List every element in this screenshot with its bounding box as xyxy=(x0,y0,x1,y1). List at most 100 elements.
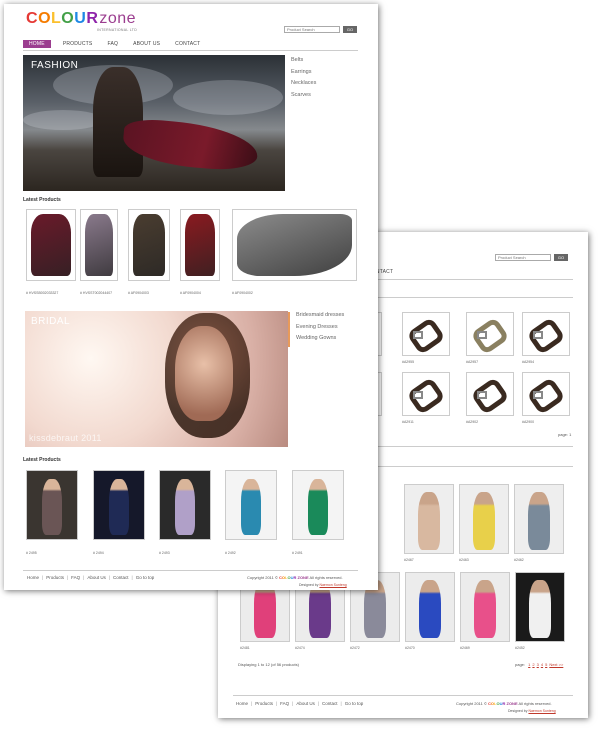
product-code: #A2955 xyxy=(402,360,415,364)
home-page-front: COLOURzone INTERNATIONAL LTD GO HOME PROD… xyxy=(4,4,378,590)
scarf-image xyxy=(31,214,71,276)
product-code: # AF0904002 xyxy=(232,291,253,295)
product-thumbnail[interactable] xyxy=(26,470,78,540)
footer-link-contact[interactable]: Contact xyxy=(322,701,338,706)
category-evening-dresses[interactable]: Evening Dresses xyxy=(296,324,344,330)
designer-link[interactable]: Naemon Sunteng xyxy=(528,709,555,713)
footer-link-faq[interactable]: FAQ xyxy=(71,575,80,580)
belt-thumbnail[interactable] xyxy=(522,312,570,356)
footer-link-go-to-top[interactable]: Go to top xyxy=(136,575,155,580)
belt-thumbnail[interactable] xyxy=(402,312,450,356)
category-earrings[interactable]: Earrings xyxy=(291,69,316,75)
product-code: #2474 xyxy=(295,646,305,650)
belt-pager: page: 1 xyxy=(558,432,572,437)
page-link[interactable]: 3 xyxy=(537,662,539,667)
product-thumbnail[interactable] xyxy=(128,209,170,281)
product-thumbnail[interactable] xyxy=(180,209,220,281)
product-code: #A2954 xyxy=(522,360,535,364)
fashion-categories: Belts Earrings Necklaces Scarves xyxy=(291,57,316,103)
footer-link-about-us[interactable]: About Us xyxy=(87,575,106,580)
category-wedding-gowns[interactable]: Wedding Gowns xyxy=(296,335,344,341)
footer-link-contact[interactable]: Contact xyxy=(113,575,129,580)
product-thumbnail[interactable] xyxy=(26,209,76,281)
buckle-icon xyxy=(477,331,487,339)
nav-item-faq[interactable]: FAQ xyxy=(107,41,118,47)
footer-link-about-us[interactable]: About Us xyxy=(296,701,315,706)
scarf-image xyxy=(237,214,352,276)
product-code: #2469 xyxy=(460,646,470,650)
buckle-icon xyxy=(413,391,423,399)
belt-thumbnail[interactable] xyxy=(466,372,514,416)
belt-thumbnail[interactable] xyxy=(466,312,514,356)
dress-pager: page: 1 2 3 4 5 Next >> xyxy=(515,662,563,667)
dress-image xyxy=(42,479,62,535)
product-code: #2452 xyxy=(515,646,525,650)
logo-letter: U xyxy=(74,10,87,27)
logo-letter: R xyxy=(86,10,99,27)
product-thumbnail[interactable] xyxy=(292,470,344,540)
category-scarves[interactable]: Scarves xyxy=(291,92,316,98)
nav-item-products[interactable]: PRODUCTS xyxy=(63,41,93,47)
scarf-image xyxy=(85,214,113,276)
product-code: # HVSSB002033327 xyxy=(26,291,59,295)
page-link[interactable]: Next >> xyxy=(549,662,563,667)
footer-link-home[interactable]: Home xyxy=(27,575,39,580)
footer-divider xyxy=(233,695,573,696)
product-thumbnail[interactable] xyxy=(514,484,564,554)
search-bar: GO xyxy=(495,254,568,261)
dress-image xyxy=(418,491,440,550)
product-thumbnail[interactable] xyxy=(225,470,277,540)
copyright: Copyright 2011 © COLOUR ZONE All rights … xyxy=(456,701,552,706)
category-belts[interactable]: Belts xyxy=(291,57,316,63)
footer-link-go-to-top[interactable]: Go to top xyxy=(345,701,364,706)
search-input[interactable] xyxy=(284,26,340,33)
footer-link-faq[interactable]: FAQ xyxy=(280,701,289,706)
category-necklaces[interactable]: Necklaces xyxy=(291,80,316,86)
brand-logo[interactable]: COLOURzone xyxy=(26,10,136,28)
dress-image xyxy=(175,479,195,535)
logo-letter: C xyxy=(26,10,39,27)
product-thumbnail[interactable] xyxy=(515,572,565,642)
logo-letter: L xyxy=(51,10,62,27)
search-go-button[interactable]: GO xyxy=(554,254,568,261)
scarf-image xyxy=(185,214,215,276)
designer-link[interactable]: Naemon Sunteng xyxy=(319,583,346,587)
nav-divider xyxy=(23,50,358,51)
designed-by: Designed by Naemon Sunteng xyxy=(508,709,556,713)
footer-links: Home | Products | FAQ | About Us | Contact | Go to… xyxy=(27,575,155,580)
product-thumbnail[interactable] xyxy=(232,209,357,281)
product-code: # 2492 xyxy=(225,551,236,555)
belt-thumbnail[interactable] xyxy=(522,372,570,416)
footer-links: Home | Products | FAQ | About Us | Contact | Go to… xyxy=(236,701,364,706)
belt-thumbnail[interactable] xyxy=(402,372,450,416)
nav-item-about-us[interactable]: ABOUT US xyxy=(133,41,160,47)
product-code: # AF0904003 xyxy=(128,291,149,295)
product-code: # 2493 xyxy=(159,551,170,555)
product-thumbnail[interactable] xyxy=(404,484,454,554)
footer-link-products[interactable]: Products xyxy=(255,701,273,706)
search-input[interactable] xyxy=(495,254,551,261)
page-link[interactable]: 5 xyxy=(545,662,547,667)
category-bridesmaid-dresses[interactable]: Bridesmaid dresses xyxy=(296,312,344,318)
product-thumbnail[interactable] xyxy=(80,209,118,281)
nav-item-contact[interactable]: CONTACT xyxy=(175,41,200,47)
search-go-button[interactable]: GO xyxy=(343,26,357,33)
brand-subtitle: INTERNATIONAL LTD xyxy=(97,28,138,32)
nav-item-home[interactable]: HOME xyxy=(23,40,51,48)
footer-link-home[interactable]: Home xyxy=(236,701,248,706)
page-link[interactable]: 2 xyxy=(532,662,534,667)
page-link[interactable]: 4 xyxy=(541,662,543,667)
footer-link-products[interactable]: Products xyxy=(46,575,64,580)
page-link[interactable]: 1 xyxy=(528,662,530,667)
fashion-hero-banner[interactable]: FASHION xyxy=(23,55,285,191)
product-code: # 2491 xyxy=(292,551,303,555)
designed-by: Designed by Naemon Sunteng xyxy=(299,583,347,587)
product-thumbnail[interactable] xyxy=(405,572,455,642)
product-thumbnail[interactable] xyxy=(460,572,510,642)
buckle-icon xyxy=(413,331,423,339)
fashion-label: FASHION xyxy=(31,60,79,71)
product-thumbnail[interactable] xyxy=(159,470,211,540)
product-thumbnail[interactable] xyxy=(459,484,509,554)
bridal-hero-banner[interactable]: BRIDAL kissdebraut 2011 xyxy=(25,311,288,447)
product-thumbnail[interactable] xyxy=(93,470,145,540)
